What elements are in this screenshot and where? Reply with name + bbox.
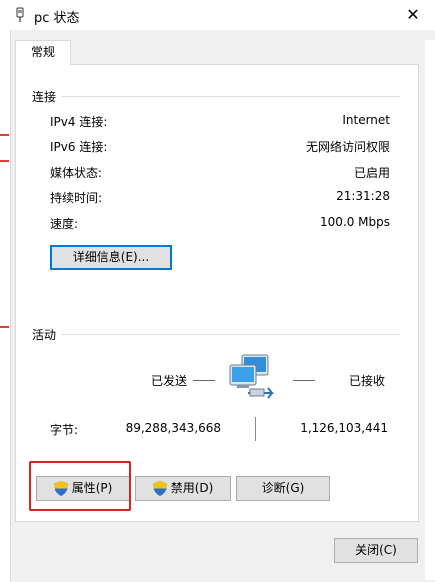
- sent-label: 已发送: [151, 374, 188, 388]
- tab-general[interactable]: 常规: [15, 40, 71, 65]
- network-adapter-icon: [16, 7, 24, 22]
- row-label: 媒体状态:: [50, 166, 103, 180]
- row-label: 持续时间:: [50, 191, 103, 205]
- row-label: IPv4 连接:: [50, 115, 108, 129]
- row-label: 速度:: [50, 217, 79, 231]
- row-value: 无网络访问权限: [305, 140, 390, 154]
- row-value: Internet: [342, 113, 390, 127]
- diagnose-button[interactable]: 诊断(G): [236, 476, 330, 501]
- bytes-received-value: 1,126,103,441: [300, 421, 388, 435]
- row-media-state: 媒体状态: 已启用: [50, 164, 390, 184]
- received-label: 已接收: [349, 374, 386, 388]
- title-bar: pc 状态 ✕: [0, 0, 435, 30]
- details-button[interactable]: 详细信息(E)...: [50, 245, 172, 270]
- uac-shield-icon: [152, 481, 167, 496]
- disable-label: 禁用(D): [170, 481, 214, 495]
- row-label: IPv6 连接:: [50, 140, 108, 154]
- window-title: pc 状态: [34, 11, 80, 26]
- section-title-connection: 连接: [32, 88, 63, 105]
- sent-line: [193, 380, 215, 381]
- background-mark: [0, 160, 9, 162]
- background-window-edge: [0, 0, 11, 582]
- background-window-edge-right: [425, 40, 435, 580]
- row-duration: 持续时间: 21:31:28: [50, 189, 390, 209]
- section-divider: [32, 96, 400, 97]
- section-title-activity: 活动: [32, 326, 63, 343]
- bytes-divider: [255, 417, 256, 441]
- close-button[interactable]: 关闭(C): [334, 538, 418, 563]
- bytes-label: 字节:: [50, 423, 79, 437]
- row-ipv6: IPv6 连接: 无网络访问权限: [50, 138, 390, 158]
- bytes-sent-value: 89,288,343,668: [125, 421, 221, 435]
- background-mark: [0, 134, 9, 136]
- close-icon[interactable]: ✕: [397, 2, 429, 28]
- row-value: 21:31:28: [336, 189, 390, 203]
- row-ipv4: IPv4 连接: Internet: [50, 113, 390, 133]
- general-panel: 连接 IPv4 连接: Internet IPv6 连接: 无网络访问权限 媒体…: [15, 64, 419, 522]
- highlight-annotation: [29, 461, 131, 511]
- network-computers-icon: [229, 354, 275, 399]
- row-value: 100.0 Mbps: [319, 215, 390, 229]
- section-divider: [32, 334, 400, 335]
- received-line: [293, 380, 315, 381]
- disable-button[interactable]: 禁用(D): [135, 476, 231, 501]
- background-mark: [0, 326, 9, 328]
- row-speed: 速度: 100.0 Mbps: [50, 215, 390, 235]
- row-value: 已启用: [353, 166, 390, 180]
